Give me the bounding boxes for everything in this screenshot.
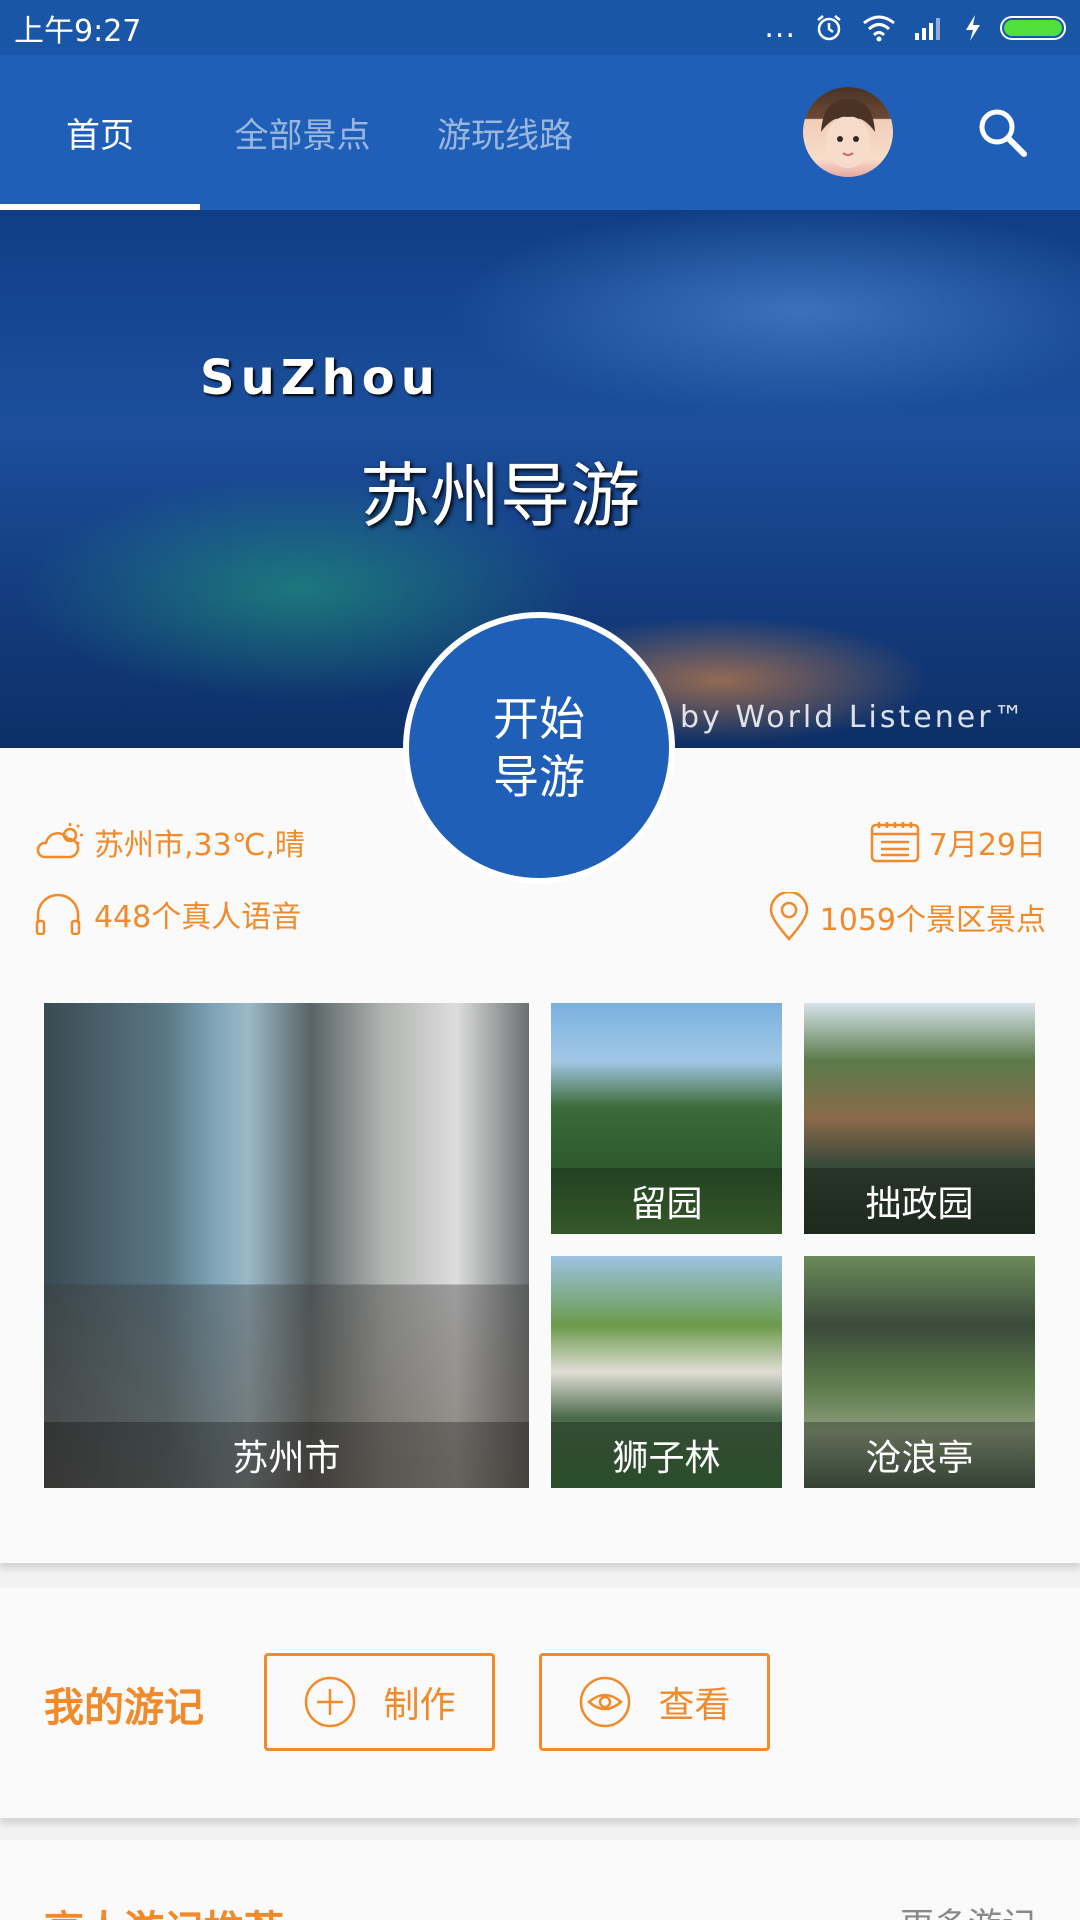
spot-name: 苏州市: [44, 1422, 529, 1488]
partly-sunny-icon: [36, 823, 83, 859]
more-travelogues-link[interactable]: 更多游记: [900, 1898, 1036, 1920]
app-bar: 首页 全部景点 游玩线路: [0, 55, 1080, 210]
spot-card-suzhou[interactable]: 苏州市: [44, 1003, 529, 1488]
tab-routes[interactable]: 游玩线路: [405, 55, 605, 210]
search-icon: [979, 109, 1027, 157]
spot-card-liuyuan[interactable]: 留园: [551, 1003, 782, 1234]
status-icons: ...: [764, 9, 1066, 45]
battery-level: [1004, 19, 1062, 36]
avatar-face-icon: [821, 99, 875, 168]
spot-card-canglangting[interactable]: 沧浪亭: [804, 1256, 1035, 1488]
charging-icon: [966, 14, 980, 41]
wifi-icon: [863, 15, 895, 41]
make-travelogue-button[interactable]: 制作: [264, 1653, 495, 1751]
search-button[interactable]: [970, 100, 1034, 164]
more-dots-icon: ...: [764, 9, 796, 45]
spot-count: 1059个景区景点: [819, 903, 1046, 938]
weather-info: 苏州市,33℃,晴: [34, 820, 305, 864]
start-tour-button[interactable]: 开始 导游: [403, 612, 675, 884]
start-tour-line1: 开始: [493, 692, 585, 746]
signal-icon: [915, 17, 940, 40]
status-time: 上午9:27: [14, 13, 142, 49]
view-label: 查看: [658, 1685, 731, 1726]
spot-card-shizilin[interactable]: 狮子林: [551, 1256, 782, 1488]
hero-title-en: SuZhou: [200, 350, 441, 406]
make-label: 制作: [383, 1685, 456, 1726]
eye-icon: [580, 1676, 631, 1728]
location-pin-icon: [769, 892, 808, 941]
date-info: 7月29日: [869, 820, 1046, 864]
voice-count: 448个真人语音: [94, 900, 302, 935]
hero-credit: by World Listener™: [680, 700, 1027, 735]
spot-name: 留园: [551, 1168, 782, 1234]
recommended-title: 高人游记推荐: [44, 1898, 284, 1920]
tab-home[interactable]: 首页: [0, 55, 200, 210]
calendar-icon: [870, 822, 919, 863]
weather-text: 苏州市,33℃,晴: [94, 828, 305, 863]
status-bar: 上午9:27 ...: [0, 0, 1080, 55]
spot-name: 拙政园: [804, 1168, 1035, 1234]
spot-name: 狮子林: [551, 1422, 782, 1488]
plus-circle-icon: [305, 1676, 356, 1728]
voice-info: 448个真人语音: [34, 892, 301, 936]
my-travel-title: 我的游记: [44, 1685, 204, 1731]
view-travelogue-button[interactable]: 查看: [539, 1653, 770, 1751]
battery-icon: [1000, 15, 1066, 40]
headphones-icon: [35, 893, 81, 935]
spots-info: 1059个景区景点: [766, 892, 1046, 942]
avatar[interactable]: [803, 87, 893, 177]
tab-all-spots[interactable]: 全部景点: [200, 55, 405, 210]
alarm-icon: [817, 14, 841, 40]
hero-title-cn: 苏州导游: [360, 455, 640, 537]
date-text: 7月29日: [928, 828, 1046, 863]
spot-card-zhuozhengyuan[interactable]: 拙政园: [804, 1003, 1035, 1234]
start-tour-line2: 导游: [493, 750, 585, 804]
spot-name: 沧浪亭: [804, 1422, 1035, 1488]
